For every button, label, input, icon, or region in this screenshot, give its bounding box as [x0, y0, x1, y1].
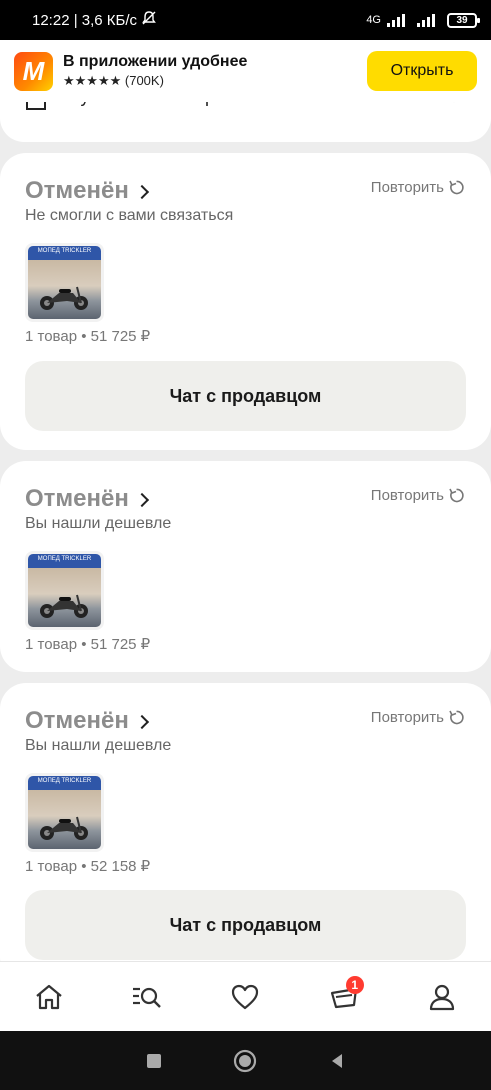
chat-with-seller-button[interactable]: Чат с продавцом	[25, 361, 466, 431]
network-type: 4G	[366, 14, 381, 26]
refresh-icon	[449, 180, 464, 195]
repeat-label: Повторить	[370, 709, 444, 726]
nav-profile[interactable]	[412, 972, 472, 1022]
repeat-order-button[interactable]: Повторить	[371, 709, 465, 726]
signal-icon-2	[417, 13, 435, 27]
nav-cart[interactable]: 1	[314, 972, 374, 1022]
chat-with-seller-button[interactable]: Чат с продавцом	[25, 890, 466, 960]
cart-badge: 1	[345, 975, 364, 994]
home-icon	[36, 984, 62, 1009]
status-bar: 12:22 | 3,6 КБ/с 4G 39	[0, 0, 491, 40]
order-card: Отменён Вы нашли дешевле Повторить МОПЕД…	[0, 461, 491, 672]
repeat-label: Повторить	[370, 179, 444, 196]
thumbnail-caption: МОПЕД TRICKLER	[37, 556, 92, 562]
product-thumbnail[interactable]: МОПЕД TRICKLER	[25, 773, 104, 852]
motorcycle-image	[40, 816, 88, 840]
banner-title: В приложении удобнее	[63, 53, 248, 70]
open-app-button[interactable]: Открыть	[367, 51, 477, 91]
chevron-right-icon	[134, 714, 149, 730]
recents-icon[interactable]	[145, 1052, 163, 1070]
cancel-reason: Вы нашли дешевле	[25, 515, 172, 532]
product-thumbnail[interactable]: МОПЕД TRICKLER	[25, 243, 104, 322]
motorcycle-image	[40, 594, 88, 618]
app-logo: М	[14, 51, 53, 91]
order-card: Отменён Не смогли с вами связаться Повто…	[0, 153, 491, 450]
order-summary: 1 товар • 52 158 ₽	[25, 858, 151, 875]
thumbnail-caption: МОПЕД TRICKLER	[37, 778, 92, 784]
order-status: Отменён	[25, 707, 129, 734]
order-status-link[interactable]: Отменён	[25, 485, 149, 513]
refresh-icon	[449, 710, 464, 725]
profile-icon	[429, 984, 454, 1010]
order-status: Отменён	[25, 485, 129, 512]
product-thumbnail[interactable]: МОПЕД TRICKLER	[25, 551, 104, 630]
order-summary: 1 товар • 51 725 ₽	[25, 636, 151, 653]
chevron-right-icon	[134, 184, 149, 200]
bell-off-icon	[141, 10, 157, 30]
bottom-navigation: 1	[0, 961, 491, 1031]
repeat-order-button[interactable]: Повторить	[371, 179, 465, 196]
refresh-icon	[449, 488, 464, 503]
back-icon[interactable]	[328, 1052, 346, 1070]
order-summary: 1 товар • 51 725 ₽	[25, 328, 151, 345]
chevron-right-icon	[134, 492, 149, 508]
order-status: Отменён	[25, 177, 129, 204]
motorcycle-image	[40, 286, 88, 310]
heart-icon	[232, 984, 259, 1009]
system-navigation-bar	[0, 1031, 491, 1090]
home-circle-icon[interactable]	[233, 1049, 257, 1073]
banner-rating: ★★★★★ (700K)	[63, 73, 164, 88]
order-status-link[interactable]: Отменён	[25, 707, 149, 735]
status-time-speed: 12:22 | 3,6 КБ/с	[32, 11, 138, 29]
order-card: Отменён Вы нашли дешевле Повторить МОПЕД…	[0, 683, 491, 983]
nav-catalog[interactable]	[117, 972, 177, 1022]
order-status-link[interactable]: Отменён	[25, 177, 149, 205]
repeat-order-button[interactable]: Повторить	[371, 487, 465, 504]
app-install-banner: М В приложении удобнее ★★★★★ (700K) Откр…	[0, 40, 491, 102]
catalog-search-icon	[133, 987, 162, 1008]
cancel-reason: Вы нашли дешевле	[25, 737, 172, 754]
nav-favorites[interactable]	[215, 972, 275, 1022]
nav-home[interactable]	[19, 972, 79, 1022]
signal-icon	[387, 13, 405, 27]
thumbnail-caption: МОПЕД TRICKLER	[37, 248, 92, 254]
repeat-label: Повторить	[370, 487, 444, 504]
battery-icon: 39	[447, 12, 480, 28]
cancel-reason: Не смогли с вами связаться	[25, 207, 234, 224]
